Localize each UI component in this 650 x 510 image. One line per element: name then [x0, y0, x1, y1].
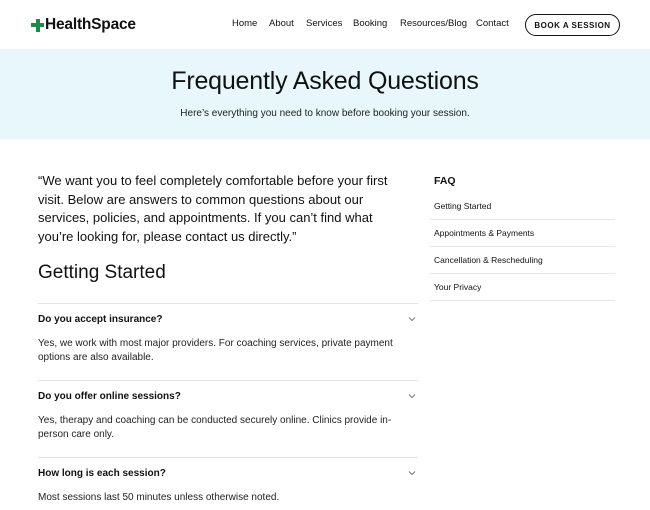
faq-item: How long is each session? Most sessions … — [38, 457, 418, 503]
faq-answer: Yes, therapy and coaching can be conduct… — [38, 415, 392, 440]
sidebar-item-label: Appointments & Payments — [434, 228, 535, 238]
sidebar-item-cancellation-rescheduling[interactable]: Cancellation & Rescheduling — [430, 247, 615, 274]
faq-answer: Yes, we work with most major providers. … — [38, 338, 393, 363]
logo-text: HealthSpace — [45, 16, 136, 33]
nav-contact[interactable]: Contact — [476, 18, 509, 29]
faq-question: How long is each session? — [38, 468, 166, 479]
section-title: Getting Started — [38, 262, 166, 283]
page-subtitle: Here’s everything you need to know befor… — [180, 108, 470, 119]
sidebar-item-your-privacy[interactable]: Your Privacy — [430, 274, 615, 301]
nav-about[interactable]: About — [269, 18, 294, 29]
hero-banner: Frequently Asked Questions Here’s everyt… — [0, 49, 650, 139]
faq-item: Do you accept insurance? Yes, we work wi… — [38, 303, 418, 363]
logo[interactable]: HealthSpace — [31, 15, 136, 35]
faq-item: Do you offer online sessions? Yes, thera… — [38, 380, 418, 440]
plus-icon — [31, 18, 44, 32]
sidebar-item-label: Getting Started — [434, 201, 492, 211]
sidebar-item-label: Your Privacy — [434, 282, 482, 292]
sidebar-title: FAQ — [434, 175, 456, 187]
nav-services[interactable]: Services — [306, 18, 342, 29]
page-title: Frequently Asked Questions — [171, 67, 479, 95]
faq-question-toggle[interactable]: How long is each session? — [38, 468, 418, 482]
sidebar-item-appointments-payments[interactable]: Appointments & Payments — [430, 220, 615, 247]
nav-resources-blog[interactable]: Resources/Blog — [400, 18, 467, 29]
nav-booking[interactable]: Booking — [353, 18, 387, 29]
faq-question-toggle[interactable]: Do you accept insurance? — [38, 314, 418, 328]
book-session-button[interactable]: BOOK A SESSION — [525, 14, 620, 36]
chevron-down-icon[interactable] — [408, 392, 416, 400]
site-header: HealthSpace Home About Services Booking … — [0, 0, 650, 49]
chevron-down-icon[interactable] — [408, 469, 416, 477]
faq-question-toggle[interactable]: Do you offer online sessions? — [38, 391, 418, 405]
faq-question: Do you accept insurance? — [38, 314, 163, 325]
chevron-down-icon[interactable] — [408, 315, 416, 323]
faq-question: Do you offer online sessions? — [38, 391, 181, 402]
sidebar-item-getting-started[interactable]: Getting Started — [430, 193, 615, 220]
faq-answer: Most sessions last 50 minutes unless oth… — [38, 492, 280, 503]
intro-quote: “We want you to feel completely comforta… — [38, 173, 388, 244]
nav-home[interactable]: Home — [232, 18, 257, 29]
sidebar-item-label: Cancellation & Rescheduling — [434, 255, 543, 265]
